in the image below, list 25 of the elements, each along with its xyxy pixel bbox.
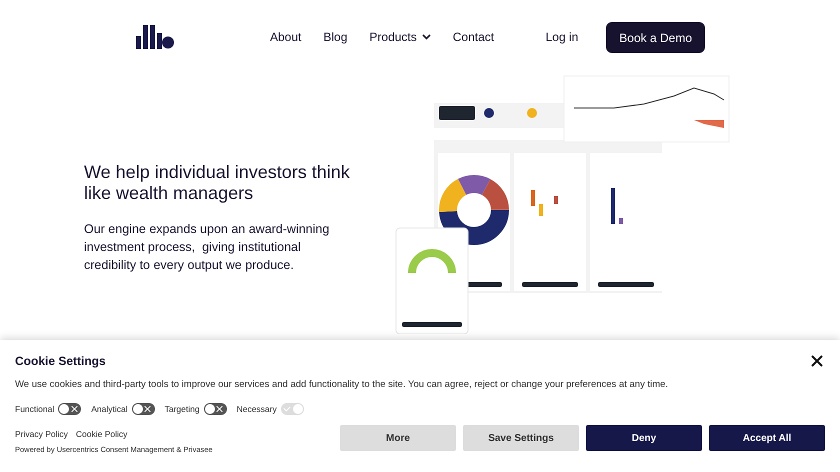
toggle-label: Analytical [91,404,128,414]
nav-link[interactable]: Products [369,30,431,44]
toggle-switch[interactable] [132,403,155,415]
toggle-label: Necessary [236,404,277,414]
toggle-label: Targeting [164,404,200,414]
login-link[interactable]: Log in [546,30,578,44]
nav-link[interactable]: Contact [452,30,494,44]
policy-link[interactable]: Privacy Policy [15,429,68,439]
nav-link[interactable]: Blog [323,30,348,44]
toggle-label: Functional [15,404,54,414]
cookie-description: We use cookies and third-party tools to improve our services and add functionality to the site. You can agree, reject or change your preferences at any time. [15,379,670,390]
cookie-title: Cookie Settings [15,354,106,368]
book-demo-button[interactable]: Book a Demo [606,22,705,52]
logo-icon[interactable] [136,25,174,49]
close-icon[interactable] [811,355,823,367]
consent-button[interactable]: More [340,425,456,451]
policy-link[interactable]: Cookie Policy [76,429,128,439]
hero-description: Our engine expands upon an award-winning investment process, giving institutional credibility to every output we produce. [84,221,330,274]
consent-button[interactable]: Accept All [709,425,825,451]
nav-link[interactable]: About [270,30,302,44]
hero-headline: We help individual investors think like wealth managers [84,162,351,204]
toggle-switch[interactable] [204,403,227,415]
consent-button[interactable]: Deny [586,425,702,451]
toggle-switch[interactable] [58,403,82,415]
consent-button[interactable]: Save Settings [463,425,579,451]
